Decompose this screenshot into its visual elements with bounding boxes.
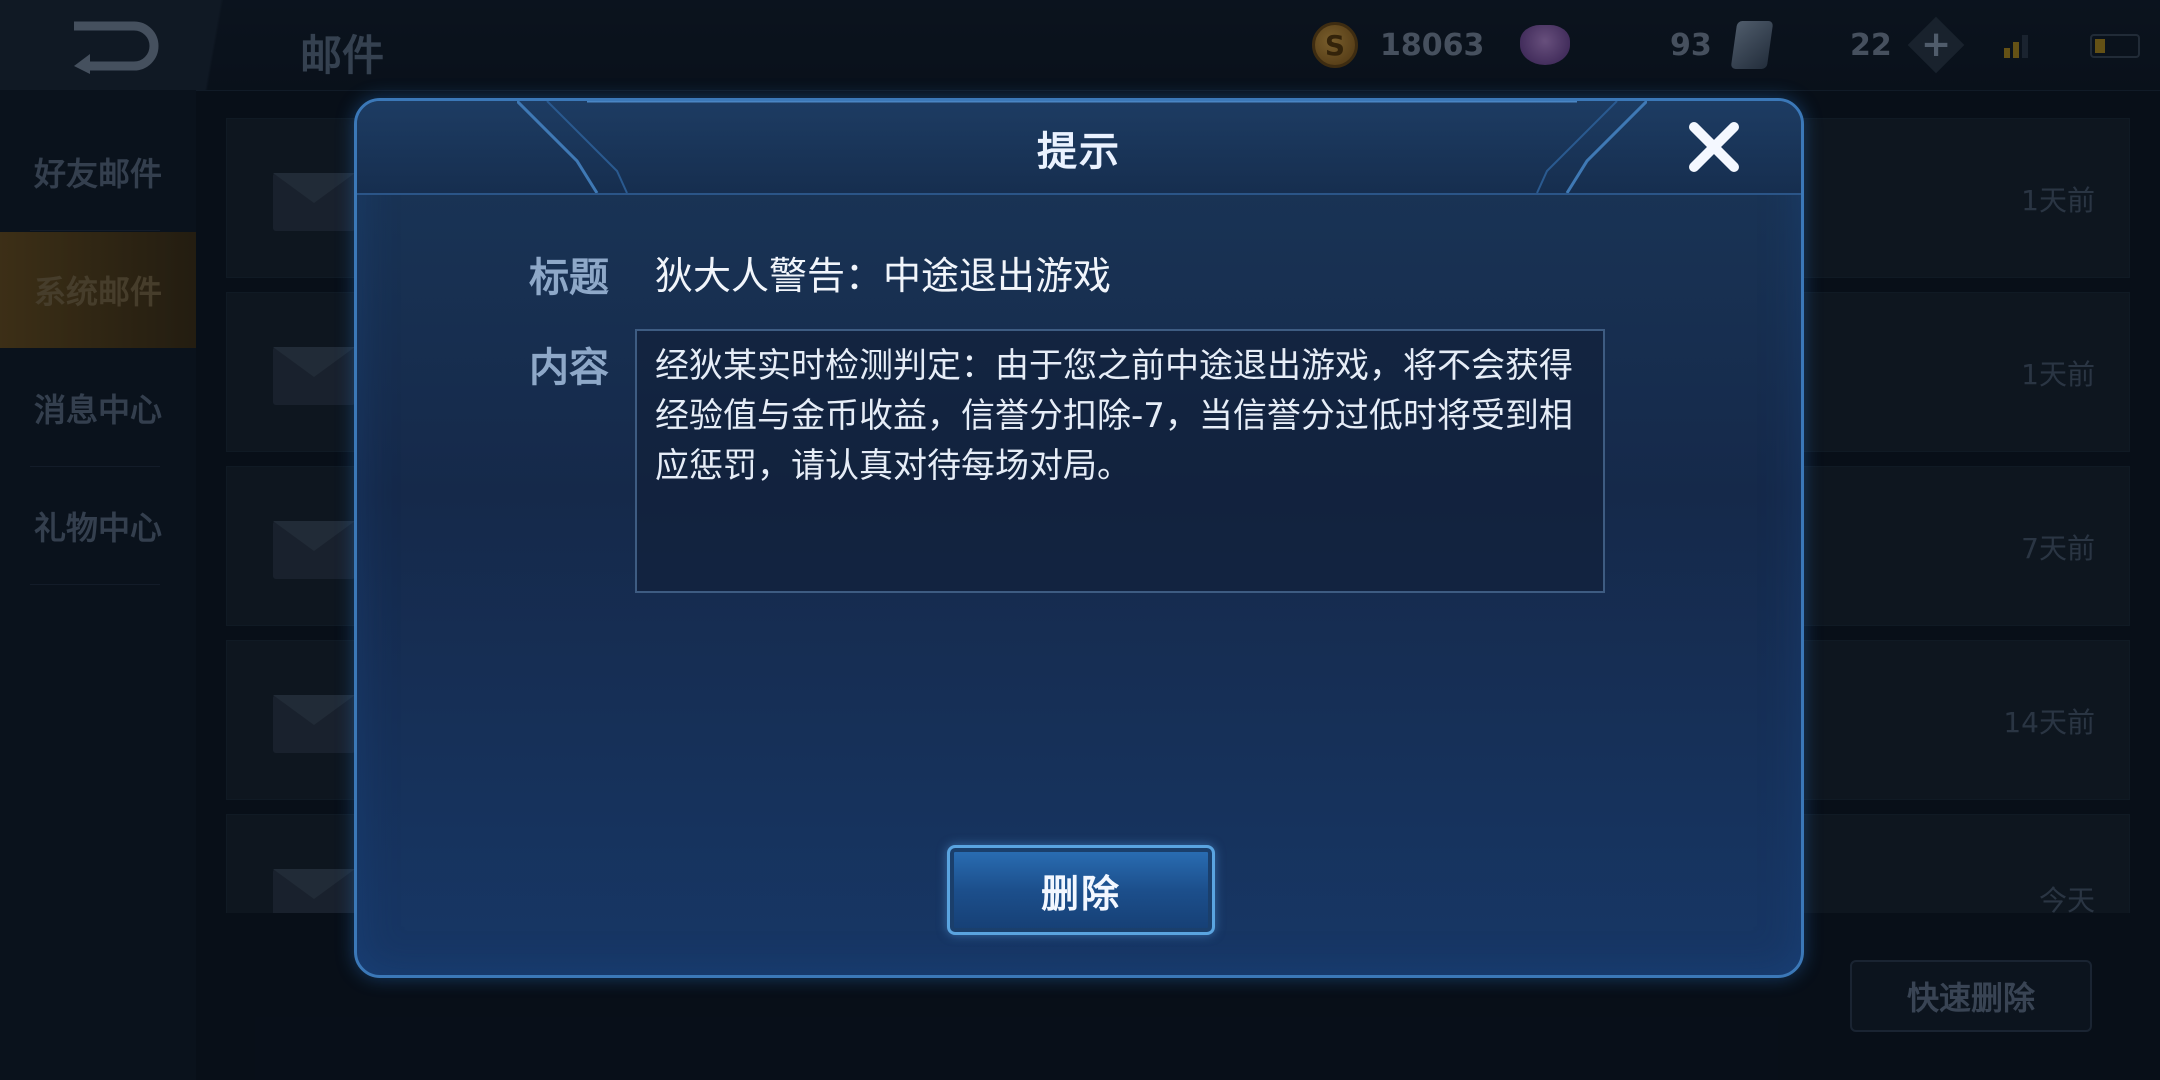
- mail-content: 经狄某实时检测判定：由于您之前中途退出游戏，将不会获得经验值与金币收益，信誉分扣…: [635, 329, 1605, 593]
- notice-dialog: 提示 标题 狄大人警告：中途退出游戏 内容 经狄某实时检测判定：由于您之前中途退…: [354, 98, 1804, 978]
- mail-subject: 狄大人警告：中途退出游戏: [655, 254, 1112, 298]
- subject-label: 标题: [529, 255, 609, 301]
- dialog-header: 提示: [357, 101, 1801, 195]
- dialog-title: 提示: [1037, 129, 1121, 175]
- delete-button[interactable]: 删除: [947, 845, 1215, 935]
- close-icon: [1689, 122, 1739, 172]
- close-button[interactable]: [1682, 115, 1746, 179]
- content-label: 内容: [529, 345, 609, 391]
